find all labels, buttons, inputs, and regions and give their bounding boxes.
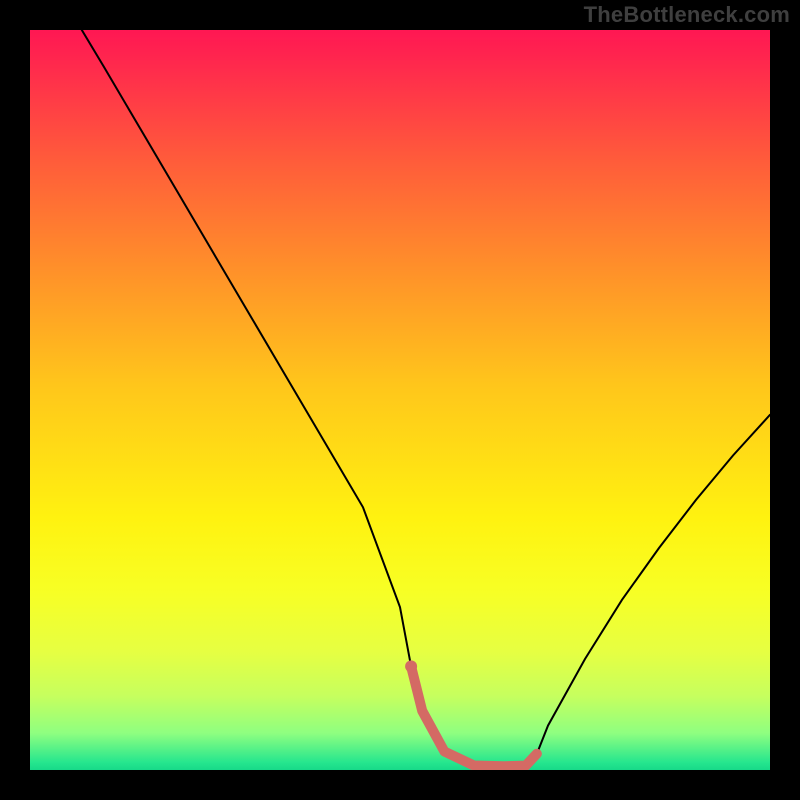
watermark-text: TheBottleneck.com [584,2,790,28]
plot-area [30,30,770,770]
highlight-segment [411,666,537,766]
main-curve [82,30,770,766]
curve-layer [30,30,770,770]
highlight-start-dot [405,660,417,672]
chart-stage: TheBottleneck.com [0,0,800,800]
